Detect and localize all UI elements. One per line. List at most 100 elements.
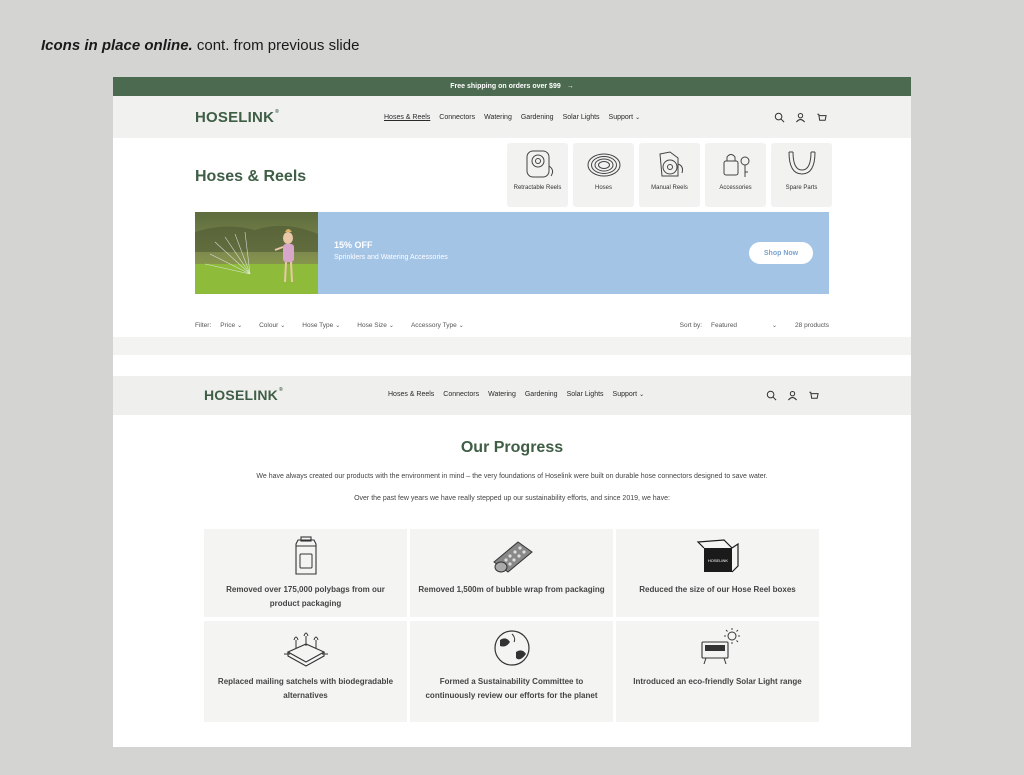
cart-icon[interactable] <box>808 390 819 401</box>
progress-card: Introduced an eco-friendly Solar Light r… <box>616 621 819 722</box>
category-label: Accessories <box>719 185 752 191</box>
nav-icons <box>774 112 827 123</box>
promo-subtitle: Sprinklers and Watering Accessories <box>334 254 448 261</box>
filter-price[interactable]: Price ⌄ <box>220 322 242 329</box>
main-nav: Hoses & Reels Connectors Watering Garden… <box>388 391 644 398</box>
logo-mark: ® <box>275 108 279 115</box>
nav-hoses-reels[interactable]: Hoses & Reels <box>388 391 434 398</box>
nav-solar-lights[interactable]: Solar Lights <box>567 391 604 398</box>
box-icon: HOSELINK <box>696 539 739 573</box>
logo-mark: ® <box>278 387 283 393</box>
slide-caption: Icons in place online. cont. from previo… <box>41 37 359 54</box>
globe-icon <box>493 630 530 666</box>
retractable-reel-icon <box>526 150 553 178</box>
search-icon[interactable] <box>766 390 777 401</box>
progress-card: HOSELINK Reduced the size of our Hose Re… <box>616 529 819 617</box>
progress-card-text: Removed 1,500m of bubble wrap from packa… <box>418 585 605 594</box>
accessories-icon <box>723 154 749 177</box>
hoselink-logo[interactable]: HOSELINK® <box>195 109 279 126</box>
promo-text: 15% OFF Sprinklers and Watering Accessor… <box>318 212 448 294</box>
nav-watering[interactable]: Watering <box>488 391 516 398</box>
account-icon[interactable] <box>795 112 806 123</box>
nav-support[interactable]: Support ⌄ <box>613 391 645 398</box>
progress-card: Removed over 175,000 polybags from our p… <box>204 529 407 617</box>
progress-card: Formed a Sustainability Committee to con… <box>410 621 613 722</box>
progress-grid: Removed over 175,000 polybags from our p… <box>204 529 819 722</box>
cart-icon[interactable] <box>816 112 827 123</box>
shop-now-button[interactable]: Shop Now <box>749 242 813 264</box>
sort-label: Sort by: <box>679 321 703 329</box>
nav-support[interactable]: Support ⌄ <box>609 114 641 121</box>
sort-select[interactable]: Featured ⌄ <box>711 322 777 329</box>
chevron-down-icon: ⌄ <box>237 322 243 329</box>
filter-accessory-type[interactable]: Accessory Type ⌄ <box>411 322 464 329</box>
progress-card: Replaced mailing satchels with biodegrad… <box>204 621 407 722</box>
chevron-down-icon: ⌄ <box>458 322 464 329</box>
filter-hose-size-label: Hose Size <box>357 321 387 329</box>
account-icon[interactable] <box>787 390 798 401</box>
nav-connectors[interactable]: Connectors <box>443 391 479 398</box>
filter-hose-type[interactable]: Hose Type ⌄ <box>302 322 340 329</box>
nav-hoses-reels[interactable]: Hoses & Reels <box>384 114 430 121</box>
caption-rest: cont. from previous slide <box>196 37 360 54</box>
category-tile-hoses[interactable]: Hoses <box>573 143 634 207</box>
filter-label: Filter: <box>195 321 212 329</box>
chevron-down-icon: ⌄ <box>639 392 645 398</box>
nav-support-label: Support <box>612 391 638 398</box>
nav-watering[interactable]: Watering <box>484 114 512 121</box>
nav-gardening[interactable]: Gardening <box>521 114 554 121</box>
website-screenshot: Free shipping on orders over $99 → HOSEL… <box>113 77 911 747</box>
hose-coil-icon <box>587 153 620 177</box>
progress-card-text: Introduced an eco-friendly Solar Light r… <box>633 677 802 686</box>
filter-price-label: Price <box>220 321 236 329</box>
filter-colour[interactable]: Colour ⌄ <box>259 322 285 329</box>
announcement-text: Free shipping on orders over $99 <box>450 83 561 90</box>
page-divider <box>113 337 911 355</box>
chevron-down-icon: ⌄ <box>772 322 778 329</box>
announcement-bar[interactable]: Free shipping on orders over $99 → <box>113 77 911 96</box>
category-tile-spare-parts[interactable]: Spare Parts <box>771 143 832 207</box>
progress-card-text: Formed a Sustainability Committee to con… <box>425 677 598 700</box>
progress-paragraph-1: We have always created our products with… <box>256 473 768 480</box>
search-icon[interactable] <box>774 112 785 123</box>
filter-hose-size[interactable]: Hose Size ⌄ <box>357 322 394 329</box>
category-label: Spare Parts <box>785 185 818 191</box>
product-count: 28 products <box>795 321 829 329</box>
nav-icons <box>766 390 819 401</box>
main-nav: Hoses & Reels Connectors Watering Garden… <box>384 114 640 121</box>
progress-title: Our Progress <box>460 439 564 456</box>
progress-paragraph-2: Over the past few years we have really s… <box>354 495 670 502</box>
promo-title: 15% OFF <box>334 240 373 250</box>
sustainability-navbar: HOSELINK® Hoses & Reels Connectors Water… <box>113 376 911 415</box>
filter-hose-type-label: Hose Type <box>302 321 334 329</box>
nav-gardening[interactable]: Gardening <box>525 391 558 398</box>
sort-value: Featured <box>711 321 738 329</box>
chevron-down-icon: ⌄ <box>335 322 341 329</box>
promo-banner[interactable]: 15% OFF Sprinklers and Watering Accessor… <box>195 212 829 294</box>
category-tiles: Retractable Reels Hoses Manual Reels Acc… <box>507 143 832 207</box>
nav-solar-lights[interactable]: Solar Lights <box>563 114 600 121</box>
top-navbar: HOSELINK® Hoses & Reels Connectors Water… <box>113 96 911 138</box>
progress-card-text: Removed over 175,000 polybags from our p… <box>226 585 385 608</box>
solar-light-icon <box>700 628 740 665</box>
logo-text: HOSELINK <box>195 108 275 126</box>
spare-part-icon <box>788 151 815 175</box>
chevron-down-icon: ⌄ <box>280 322 286 329</box>
collection-title: Hoses & Reels <box>195 168 307 185</box>
filter-bar: Filter: Price ⌄ Colour ⌄ Hose Type ⌄ Hose S… <box>195 319 829 331</box>
nav-connectors[interactable]: Connectors <box>439 114 475 121</box>
logo-text: HOSELINK <box>204 387 278 403</box>
category-tile-accessories[interactable]: Accessories <box>705 143 766 207</box>
progress-card-text: Reduced the size of our Hose Reel boxes <box>639 585 796 594</box>
svg-text:HOSELINK: HOSELINK <box>707 558 728 563</box>
progress-card-text: Replaced mailing satchels with biodegrad… <box>217 677 394 700</box>
filter-colour-label: Colour <box>259 321 279 329</box>
category-tile-retractable-reels[interactable]: Retractable Reels <box>507 143 568 207</box>
sort-box: Sort by: Featured ⌄ 28 products <box>680 322 829 329</box>
category-label: Manual Reels <box>651 185 688 191</box>
compost-satchel-icon <box>283 632 328 667</box>
progress-card: Removed 1,500m of bubble wrap from packa… <box>410 529 613 617</box>
category-label: Retractable Reels <box>513 185 562 191</box>
category-tile-manual-reels[interactable]: Manual Reels <box>639 143 700 207</box>
hoselink-logo[interactable]: HOSELINK® <box>204 387 283 403</box>
